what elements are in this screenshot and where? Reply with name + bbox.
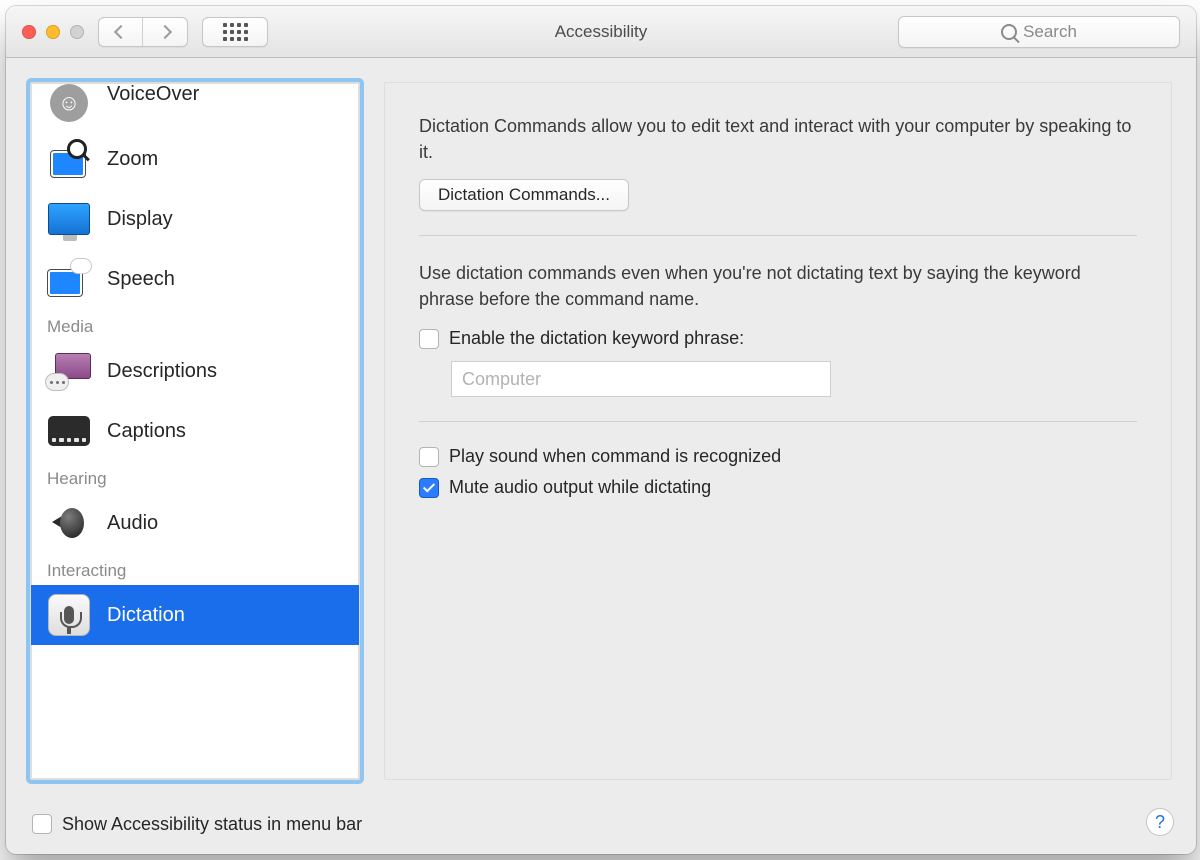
back-button[interactable]	[99, 18, 143, 46]
universal-access-icon: ☺	[47, 83, 91, 123]
descriptions-icon	[47, 351, 91, 391]
enable-keyword-label: Enable the dictation keyword phrase:	[449, 328, 744, 349]
keyword-phrase-value: Computer	[462, 369, 541, 390]
search-placeholder: Search	[1023, 22, 1077, 42]
button-label: Dictation Commands...	[438, 185, 610, 205]
play-sound-label: Play sound when command is recognized	[449, 446, 781, 467]
captions-icon	[47, 411, 91, 451]
sidebar: ☺ VoiceOver Zoom Display Speech Media De…	[30, 82, 360, 780]
forward-button[interactable]	[143, 18, 187, 46]
sidebar-item-dictation[interactable]: Dictation	[31, 585, 359, 645]
sidebar-item-voiceover[interactable]: ☺ VoiceOver	[31, 83, 359, 129]
close-window-button[interactable]	[22, 25, 36, 39]
content-area: ☺ VoiceOver Zoom Display Speech Media De…	[6, 58, 1196, 804]
play-sound-row: Play sound when command is recognized	[419, 446, 1137, 467]
play-sound-checkbox[interactable]	[419, 447, 439, 467]
divider	[419, 235, 1137, 236]
sidebar-item-label: Dictation	[107, 604, 185, 627]
sidebar-section-media: Media	[31, 309, 359, 341]
show-status-label: Show Accessibility status in menu bar	[62, 814, 362, 835]
sidebar-item-display[interactable]: Display	[31, 189, 359, 249]
sidebar-item-label: VoiceOver	[107, 83, 199, 106]
zoom-icon	[47, 139, 91, 179]
sidebar-item-label: Descriptions	[107, 360, 217, 383]
sidebar-item-label: Audio	[107, 512, 158, 535]
question-icon: ?	[1155, 812, 1165, 833]
dictation-icon	[47, 595, 91, 635]
window: Accessibility Search ☺ VoiceOver Zoom Di…	[6, 6, 1196, 854]
search-field[interactable]: Search	[898, 16, 1180, 48]
search-icon	[1001, 24, 1017, 40]
sidebar-section-interacting: Interacting	[31, 553, 359, 585]
grid-icon	[223, 23, 248, 41]
minimize-window-button[interactable]	[46, 25, 60, 39]
sidebar-item-audio[interactable]: Audio	[31, 493, 359, 553]
mute-audio-checkbox[interactable]	[419, 478, 439, 498]
nav-back-forward	[98, 17, 188, 47]
show-status-checkbox[interactable]	[32, 814, 52, 834]
footer: Show Accessibility status in menu bar ?	[6, 794, 1196, 854]
sidebar-item-speech[interactable]: Speech	[31, 249, 359, 309]
check-icon	[423, 481, 435, 493]
zoom-window-button[interactable]	[70, 25, 84, 39]
display-icon	[47, 199, 91, 239]
sidebar-item-captions[interactable]: Captions	[31, 401, 359, 461]
sidebar-item-label: Speech	[107, 268, 175, 291]
divider	[419, 421, 1137, 422]
intro-text: Dictation Commands allow you to edit tex…	[419, 113, 1137, 165]
chevron-left-icon	[113, 24, 127, 38]
sidebar-item-descriptions[interactable]: Descriptions	[31, 341, 359, 401]
keyword-intro-text: Use dictation commands even when you're …	[419, 260, 1137, 312]
mute-audio-row: Mute audio output while dictating	[419, 477, 1137, 498]
keyword-phrase-field[interactable]: Computer	[451, 361, 831, 397]
sidebar-item-zoom[interactable]: Zoom	[31, 129, 359, 189]
enable-keyword-checkbox[interactable]	[419, 329, 439, 349]
enable-keyword-row: Enable the dictation keyword phrase:	[419, 328, 1137, 349]
sidebar-section-hearing: Hearing	[31, 461, 359, 493]
audio-icon	[47, 503, 91, 543]
mute-audio-label: Mute audio output while dictating	[449, 477, 711, 498]
detail-panel: Dictation Commands allow you to edit tex…	[384, 82, 1172, 780]
titlebar: Accessibility Search	[6, 6, 1196, 58]
sidebar-item-label: Zoom	[107, 148, 158, 171]
show-all-button[interactable]	[202, 17, 268, 47]
sidebar-item-label: Captions	[107, 420, 186, 443]
dictation-commands-button[interactable]: Dictation Commands...	[419, 179, 629, 211]
window-controls	[22, 25, 84, 39]
chevron-right-icon	[158, 24, 172, 38]
help-button[interactable]: ?	[1146, 808, 1174, 836]
speech-icon	[47, 259, 91, 299]
sidebar-item-label: Display	[107, 208, 173, 231]
